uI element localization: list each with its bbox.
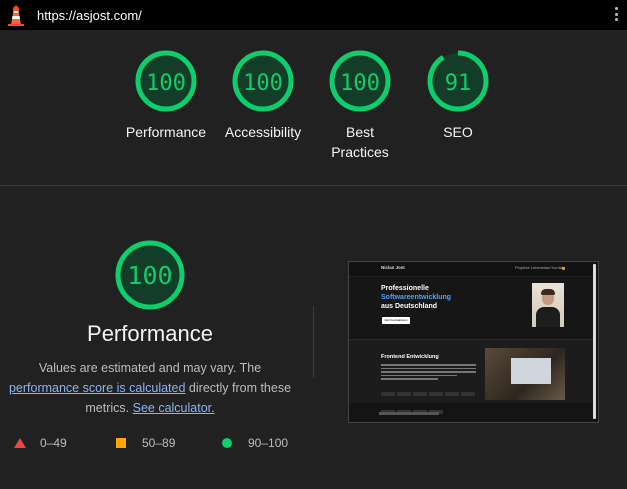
gauge-score: 91 bbox=[445, 71, 472, 96]
gauge-label: SEO bbox=[443, 124, 473, 140]
thumb-tags bbox=[381, 385, 481, 421]
gauge-seo[interactable]: 91 SEO bbox=[403, 48, 513, 142]
thumb-cta-button: Jetzt kontaktieren bbox=[382, 317, 410, 324]
thumb-nav-links: Projekte Lebenslauf Kontakt bbox=[515, 265, 566, 270]
gauge-ring-icon: 100 bbox=[329, 50, 391, 112]
thumb-laptop-image bbox=[485, 348, 565, 400]
page-screenshot-thumbnail[interactable]: Niclas Jost Projekte Lebenslauf Kontakt … bbox=[348, 261, 599, 423]
see-calculator-link[interactable]: See calculator. bbox=[133, 401, 215, 415]
performance-description: Values are estimated and may vary. The p… bbox=[5, 358, 295, 418]
thumb-bottom-strip bbox=[379, 412, 439, 415]
gauge-ring-icon: 100 bbox=[232, 50, 294, 112]
gauge-accessibility[interactable]: 100 Accessibility bbox=[208, 48, 318, 142]
gauge-performance[interactable]: 100 Performance bbox=[111, 48, 221, 142]
lighthouse-logo-icon bbox=[8, 5, 24, 26]
thumb-section-title: Frontend Entwicklung bbox=[381, 354, 439, 360]
thumb-text-lines bbox=[381, 364, 476, 382]
score-calculation-link[interactable]: performance score is calculated bbox=[9, 381, 185, 395]
description-text: Values are estimated and may vary. The bbox=[38, 361, 262, 375]
thumb-portrait-image bbox=[532, 283, 564, 327]
thumb-dot-icon bbox=[562, 267, 565, 270]
big-gauge-score: 100 bbox=[127, 261, 172, 290]
gauge-best-practices[interactable]: 100 Best Practices bbox=[305, 48, 415, 162]
thumb-brand: Niclas Jost bbox=[381, 265, 405, 270]
category-gauges: 100 Performance 100 Accessibility 100 Be… bbox=[0, 48, 627, 178]
circle-icon bbox=[222, 438, 232, 448]
gauge-label: Performance bbox=[125, 124, 207, 140]
gauge-label: Best Practices bbox=[331, 124, 389, 160]
page-url[interactable]: https://asjost.com/ bbox=[37, 8, 142, 23]
thumb-nav: Niclas Jost Projekte Lebenslauf Kontakt bbox=[349, 262, 593, 277]
gauge-score: 100 bbox=[340, 71, 380, 96]
legend-average: 50–89 bbox=[116, 436, 175, 450]
thumb-scrollbar bbox=[593, 264, 596, 419]
triangle-icon bbox=[14, 438, 26, 448]
gauge-ring-icon: 100 bbox=[135, 50, 197, 112]
section-divider bbox=[0, 185, 627, 186]
browser-topbar: https://asjost.com/ bbox=[0, 0, 627, 30]
gauge-label: Accessibility bbox=[224, 124, 302, 140]
thumb-hero-heading: Professionelle Softwareentwicklung aus D… bbox=[381, 285, 452, 310]
gauge-score: 100 bbox=[243, 71, 283, 96]
gauge-ring-icon: 100 bbox=[115, 240, 185, 310]
gauge-ring-icon: 91 bbox=[427, 50, 489, 112]
more-menu-icon[interactable] bbox=[615, 7, 619, 23]
gauge-score: 100 bbox=[146, 71, 186, 96]
vertical-divider bbox=[313, 306, 314, 378]
performance-title: Performance bbox=[87, 321, 213, 346]
performance-big-gauge: 100 bbox=[112, 237, 188, 318]
legend-fail: 0–49 bbox=[14, 436, 67, 450]
legend-pass: 90–100 bbox=[222, 436, 288, 450]
square-icon bbox=[116, 438, 126, 448]
